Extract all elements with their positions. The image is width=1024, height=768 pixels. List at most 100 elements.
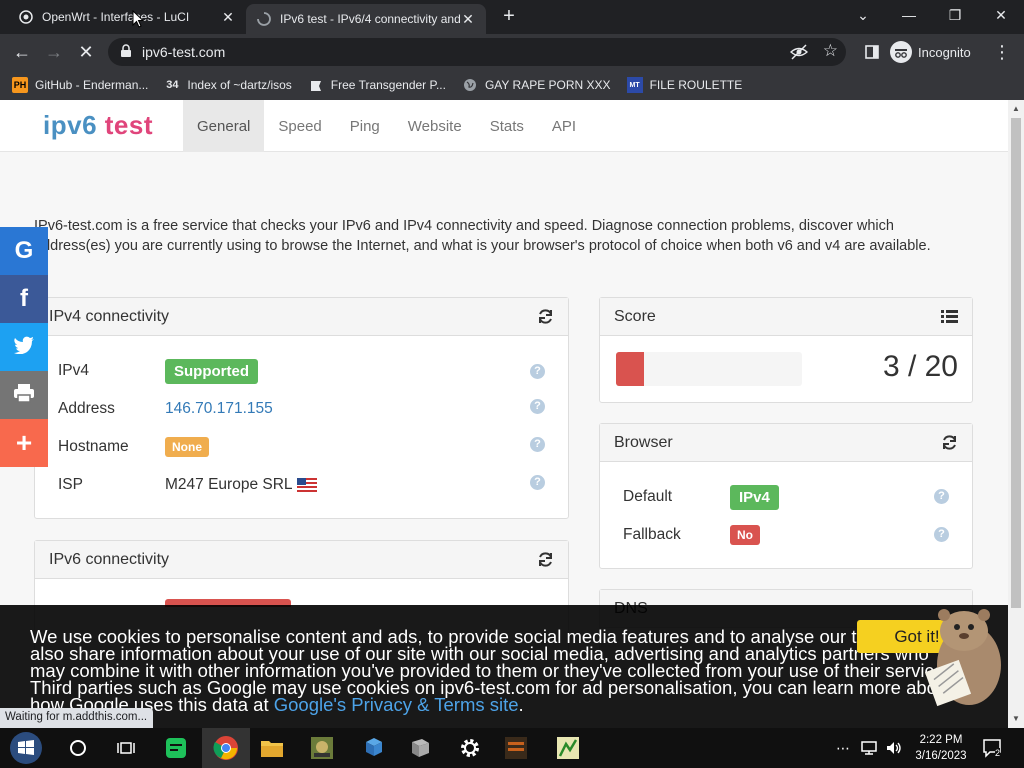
ipv4-panel: IPv4 connectivity IPv4 Supported ? Addre… — [34, 297, 569, 519]
nav-website[interactable]: Website — [394, 100, 476, 152]
site-logo-icon — [308, 77, 324, 93]
bookmark-free-transgender[interactable]: Free Transgender P... — [308, 77, 446, 93]
notification-center-button[interactable]: 2 — [982, 728, 1004, 768]
refresh-icon[interactable] — [537, 551, 554, 573]
score-progress-bar — [616, 352, 802, 386]
help-icon[interactable]: ? — [530, 399, 545, 414]
help-icon[interactable]: ? — [934, 527, 949, 542]
score-progress-fill — [616, 352, 644, 386]
twitter-share-button[interactable] — [0, 323, 48, 371]
taskbar-app-dark[interactable] — [492, 728, 540, 768]
tab-close-icon[interactable]: ✕ — [460, 11, 476, 28]
box-app-icon — [412, 739, 429, 757]
taskbar-chrome[interactable] — [202, 728, 250, 768]
windows-start-icon — [10, 732, 42, 764]
photo-app-icon — [311, 737, 333, 759]
nav-stats[interactable]: Stats — [476, 100, 538, 152]
google-icon: G — [14, 237, 34, 264]
taskbar-app-box[interactable] — [396, 728, 444, 768]
help-icon[interactable]: ? — [934, 489, 949, 504]
chrome-menu-icon[interactable]: ⋮ — [990, 40, 1014, 64]
blue-cubes-icon — [366, 738, 382, 756]
tab-ipv6-test[interactable]: IPv6 test - IPv6/4 connectivity and spee… — [246, 4, 486, 34]
page-scrollbar[interactable]: ▲ ▼ — [1008, 100, 1024, 728]
list-icon[interactable] — [941, 309, 958, 329]
incognito-profile-button[interactable]: Incognito — [890, 38, 971, 66]
bookmark-star-icon[interactable]: ☆ — [823, 41, 838, 61]
row-key: ISP — [58, 476, 83, 493]
volume-icon[interactable] — [885, 728, 903, 768]
none-badge: None — [165, 437, 209, 457]
lock-icon[interactable] — [120, 44, 132, 63]
tab-openwrt[interactable]: OpenWrt - Interfaces - LuCI ✕ — [8, 2, 246, 32]
nav-api[interactable]: API — [538, 100, 590, 152]
folder-icon — [261, 741, 283, 757]
close-window-button[interactable]: ✕ — [978, 0, 1024, 30]
panel-title: IPv6 connectivity — [49, 550, 170, 568]
taskbar-app-image[interactable] — [298, 728, 346, 768]
google-share-button[interactable]: G — [0, 227, 48, 275]
supported-badge: Supported — [165, 358, 258, 384]
mft-icon: MT — [626, 77, 643, 93]
help-icon[interactable]: ? — [530, 475, 545, 490]
scrollbar-thumb[interactable] — [1011, 118, 1021, 608]
default-row: Default IPv4 ? — [623, 484, 963, 510]
back-button[interactable]: ← — [10, 40, 34, 64]
restore-button[interactable]: ❐ — [932, 0, 978, 30]
help-icon[interactable]: ? — [530, 437, 545, 452]
loading-spinner-icon — [256, 11, 272, 27]
site-logo[interactable]: ipv6 test — [43, 110, 153, 141]
search-button[interactable] — [54, 728, 102, 768]
facebook-share-button[interactable]: f — [0, 275, 48, 323]
plus-icon: + — [15, 427, 33, 458]
taskbar-clock[interactable]: 2:22 PM 3/16/2023 — [910, 732, 972, 764]
tab-search-icon[interactable]: ⌄ — [840, 0, 886, 30]
print-icon — [13, 383, 35, 408]
taskbar-app-green[interactable] — [152, 728, 200, 768]
address-bar[interactable]: ipv6-test.com ☆ — [108, 38, 846, 66]
scroll-up-icon[interactable]: ▲ — [1012, 104, 1020, 113]
bookmark-gay-rape[interactable]: GAY RAPE PORN XXX — [462, 77, 611, 93]
panel-title: IPv4 connectivity — [49, 307, 170, 325]
tab-close-icon[interactable]: ✕ — [220, 9, 236, 26]
stop-loading-button[interactable]: ✕ — [74, 40, 98, 64]
panel-header: IPv4 connectivity — [35, 298, 568, 336]
refresh-icon[interactable] — [941, 434, 958, 456]
taskbar-settings[interactable] — [446, 728, 494, 768]
taskbar-app-green-chart[interactable] — [544, 728, 592, 768]
more-share-button[interactable]: + — [0, 419, 48, 467]
nav-ping[interactable]: Ping — [336, 100, 394, 152]
bookmark-github[interactable]: PH GitHub - Enderman... — [12, 77, 148, 93]
intro-text: IPv6-test.com is a free service that che… — [34, 218, 931, 254]
panel-header: Browser — [600, 424, 972, 462]
nav-general[interactable]: General — [183, 100, 265, 152]
nav-speed[interactable]: Speed — [264, 100, 335, 152]
bookmark-label: GitHub - Enderman... — [35, 78, 149, 92]
cookie-suffix: . — [518, 694, 524, 715]
ipv4-address[interactable]: 146.70.171.155 — [165, 400, 273, 418]
scroll-down-icon[interactable]: ▼ — [1012, 714, 1020, 723]
side-panel-icon[interactable] — [860, 40, 884, 64]
tray-overflow-icon[interactable]: ⋯ — [836, 728, 850, 768]
task-view-button[interactable] — [102, 728, 150, 768]
tab-strip: OpenWrt - Interfaces - LuCI ✕ IPv6 test … — [0, 0, 1024, 34]
start-button[interactable] — [2, 728, 50, 768]
print-button[interactable] — [0, 371, 48, 419]
forward-button[interactable]: → — [42, 40, 66, 64]
bookmark-file-roulette[interactable]: MT FILE ROULETTE — [626, 77, 742, 93]
hamster-mascot-icon — [924, 609, 1001, 707]
taskbar-file-explorer[interactable] — [248, 728, 296, 768]
minimize-button[interactable]: — — [886, 0, 932, 30]
34-icon: 34 — [166, 79, 179, 91]
refresh-icon[interactable] — [537, 308, 554, 330]
bookmark-dartz-isos[interactable]: 34 Index of ~dartz/isos — [164, 77, 292, 93]
taskbar-app-blue-cube[interactable] — [350, 728, 398, 768]
third-party-cookies-blocked-icon[interactable] — [789, 44, 809, 65]
network-icon[interactable] — [860, 728, 878, 768]
help-icon[interactable]: ? — [530, 364, 545, 379]
privacy-terms-link[interactable]: Google's Privacy & Terms site — [274, 694, 519, 715]
new-tab-button[interactable]: + — [498, 6, 520, 28]
panel-title: Score — [614, 307, 656, 325]
web-page: ipv6 test General Speed Ping Website Sta… — [0, 100, 1008, 728]
search-circle-icon — [70, 740, 86, 756]
